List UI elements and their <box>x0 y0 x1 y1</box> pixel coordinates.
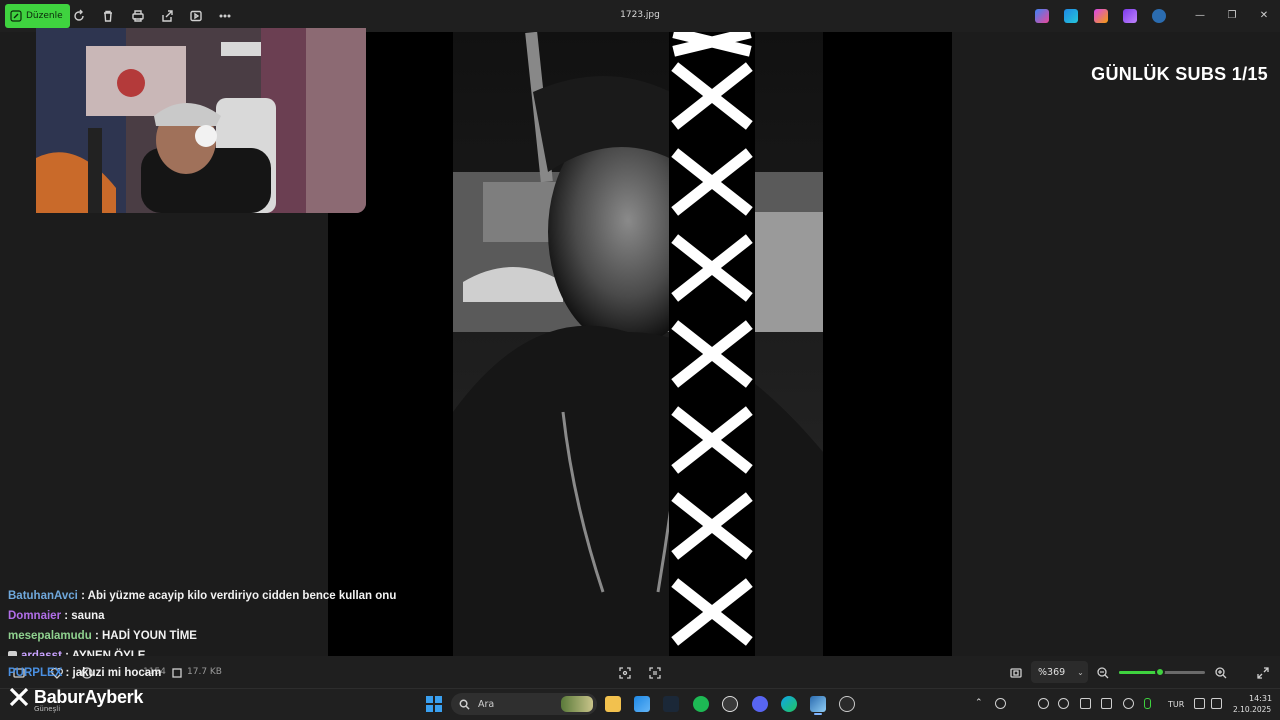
clock-time[interactable]: 14:31 <box>1249 694 1272 703</box>
stream-chat-overflow: PURPLEX : jakuzi mi hocam <box>8 663 408 683</box>
tray-app-icon[interactable] <box>1038 698 1049 709</box>
chat-message: PURPLEX : jakuzi mi hocam <box>8 663 408 683</box>
clipchamp-icon[interactable] <box>1094 9 1108 23</box>
chat-message: BatuhanAvci : Abi yüzme acayip kilo verd… <box>8 586 408 606</box>
photos-app-icon[interactable] <box>810 696 826 712</box>
tray-app-icon[interactable] <box>995 698 1006 709</box>
photos-store-icon[interactable] <box>634 696 650 712</box>
stream-chat: BatuhanAvci : Abi yüzme acayip kilo verd… <box>8 586 408 666</box>
spotify-icon[interactable] <box>693 696 709 712</box>
active-app-indicator <box>814 713 822 715</box>
chat-message: mesepalamudu : HADİ YOUN TİME <box>8 626 408 646</box>
discord-icon[interactable] <box>752 696 768 712</box>
chevron-down-icon: ⌄ <box>1077 667 1084 677</box>
photos-app-window: Düzenle 1723.jpg — ❐ ✕ GÜNLÜK SUBS 1/15 … <box>0 0 1280 720</box>
streamer-webcam <box>36 28 366 213</box>
taskbar-search[interactable]: Ara <box>451 693 597 715</box>
speaker-icon[interactable] <box>1080 698 1091 709</box>
zoom-slider[interactable] <box>1119 667 1205 677</box>
start-button[interactable] <box>426 696 442 712</box>
chat-message: Domnaier : sauna <box>8 606 408 626</box>
steam-icon[interactable] <box>663 696 679 712</box>
chat-username: BatuhanAvci <box>8 590 78 602</box>
obs-icon[interactable] <box>722 696 738 712</box>
steam-tray-icon[interactable] <box>1058 698 1069 709</box>
photo-viewer-image <box>328 32 952 656</box>
zoom-slider-fill <box>1119 671 1161 674</box>
close-icon[interactable]: ✕ <box>1257 9 1271 23</box>
chat-text: : Abi yüzme acayip kilo verdiriyo cidden… <box>81 590 397 602</box>
maximize-icon[interactable]: ❐ <box>1225 9 1239 23</box>
fullscreen-icon[interactable] <box>1256 665 1270 679</box>
volume-icon[interactable] <box>1211 698 1222 709</box>
search-icon <box>459 699 470 710</box>
clock-date[interactable]: 2.10.2025 <box>1233 705 1271 714</box>
search-highlight-icon <box>561 696 593 712</box>
chat-username: mesepalamudu <box>8 630 92 642</box>
cross-pattern-overlay <box>669 32 755 656</box>
edge-icon[interactable] <box>781 696 797 712</box>
zoom-out-icon[interactable] <box>1096 665 1110 679</box>
streamer-brand: BaburAyberk <box>8 686 143 708</box>
daily-subs-counter: GÜNLÜK SUBS 1/15 <box>1091 64 1268 84</box>
window-title: 1723.jpg <box>620 10 660 20</box>
input-language[interactable]: TUR <box>1168 700 1184 709</box>
file-explorer-icon[interactable] <box>605 696 621 712</box>
weather-location: Güneşli <box>34 705 61 713</box>
network-icon[interactable] <box>1194 698 1205 709</box>
media-player-icon[interactable] <box>839 696 855 712</box>
chat-text: : sauna <box>64 610 105 622</box>
tray-app-icon[interactable] <box>1101 698 1112 709</box>
microphone-icon[interactable] <box>1144 698 1151 709</box>
scan-text-icon[interactable] <box>648 665 662 679</box>
zoom-in-icon[interactable] <box>1214 665 1228 679</box>
onedrive-icon[interactable] <box>1152 9 1166 23</box>
chat-text: : HADİ YOUN TİME <box>94 630 197 642</box>
paint-icon[interactable] <box>1123 9 1137 23</box>
zoom-dropdown[interactable]: %369 ⌄ <box>1031 661 1088 683</box>
crop-screen-icon[interactable] <box>618 665 632 679</box>
designer-icon[interactable] <box>1064 9 1078 23</box>
sync-icon[interactable] <box>1123 698 1134 709</box>
search-placeholder: Ara <box>478 698 495 710</box>
copilot-icon[interactable] <box>1035 9 1049 23</box>
minimize-icon[interactable]: — <box>1193 9 1207 23</box>
fit-to-window-icon[interactable] <box>1009 665 1023 679</box>
photo-scene <box>453 32 823 656</box>
chat-username: Domnaier <box>8 610 62 622</box>
zoom-value: %369 <box>1038 666 1066 678</box>
x-logo-icon <box>9 687 29 707</box>
chat-username: PURPLEX <box>8 667 63 679</box>
chevron-up-icon[interactable]: ⌃ <box>975 698 983 708</box>
chat-text: : jakuzi mi hocam <box>65 667 162 679</box>
